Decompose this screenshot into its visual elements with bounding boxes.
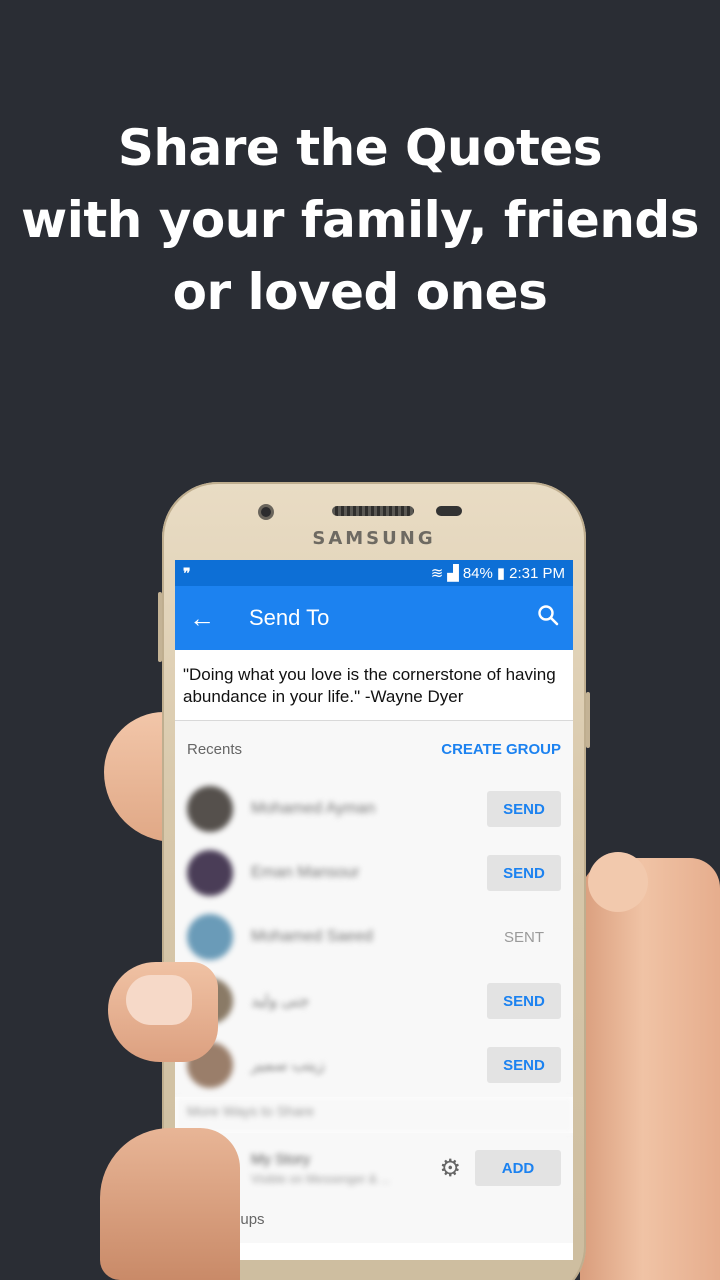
quote-text: "Doing what you love is the cornerstone … [175, 650, 573, 721]
list-item: Mohamed Saeed SENT [175, 905, 573, 969]
clock: 2:31 PM [509, 564, 565, 582]
sent-label: SENT [503, 928, 544, 946]
avatar [187, 850, 233, 896]
contact-name: زينب سمير [251, 1057, 325, 1074]
thumb-nail [126, 975, 192, 1025]
send-button[interactable]: SEND [487, 1047, 561, 1083]
page-title: Send To [249, 605, 330, 630]
avatar [187, 786, 233, 832]
avatar [187, 914, 233, 960]
list-item: Mohamed Ayman SEND [175, 777, 573, 841]
quote-mark-icon: ❞ [183, 564, 191, 581]
headline-line-1: Share the Quotes [117, 119, 603, 177]
create-group-button[interactable]: CREATE GROUP [441, 741, 561, 758]
recents-header: Recents CREATE GROUP [175, 721, 573, 777]
battery-icon: ▮ [496, 565, 506, 582]
contact-name: Mohamed Saeed [251, 928, 373, 945]
recents-list: Mohamed Ayman SEND Eman Mansour SEND Moh… [175, 777, 573, 1097]
arrow-left-icon[interactable]: ← [189, 603, 249, 634]
search-icon[interactable] [537, 604, 559, 632]
list-item: Eman Mansour SEND [175, 841, 573, 905]
recents-label: Recents [187, 740, 243, 758]
add-button[interactable]: ADD [475, 1150, 561, 1186]
app-bar: ← Send To [175, 586, 573, 650]
earpiece-speaker [332, 506, 414, 516]
hand-fingertip-right [588, 852, 648, 912]
send-button[interactable]: SEND [487, 791, 561, 827]
gear-icon[interactable]: ⚙ [439, 1154, 461, 1183]
front-camera [258, 504, 274, 520]
headline-line-3: or loved ones [172, 263, 548, 321]
story-text: My Story Visible on Messenger & ... [251, 1151, 439, 1186]
hand-lower-fingers [100, 1128, 240, 1280]
proximity-sensor [436, 506, 462, 516]
contact-name: Eman Mansour [251, 864, 360, 881]
headline-line-2: with your family, friends [21, 191, 699, 249]
list-item: زينب سمير SEND [175, 1033, 573, 1097]
volume-button [158, 592, 162, 662]
wifi-icon: ≋ [430, 565, 444, 582]
story-title: My Story [251, 1150, 311, 1168]
status-bar: ❞ ≋ ▟ 84% ▮ 2:31 PM [175, 560, 573, 586]
hand-palm-right [580, 858, 720, 1280]
contact-name: جنى وليد [251, 993, 310, 1010]
signal-icon: ▟ [447, 565, 459, 582]
phone-brand: SAMSUNG [312, 528, 436, 549]
list-item: جنى وليد SEND [175, 969, 573, 1033]
story-subtitle: Visible on Messenger & ... [251, 1171, 391, 1186]
send-button[interactable]: SEND [487, 855, 561, 891]
headline: Share the Quotes with your family, frien… [0, 112, 720, 328]
battery-level: 84% [462, 564, 493, 582]
power-button [586, 692, 590, 748]
contact-name: Mohamed Ayman [251, 800, 376, 817]
send-button[interactable]: SEND [487, 983, 561, 1019]
more-ways-label: More Ways to Share [175, 1097, 573, 1133]
